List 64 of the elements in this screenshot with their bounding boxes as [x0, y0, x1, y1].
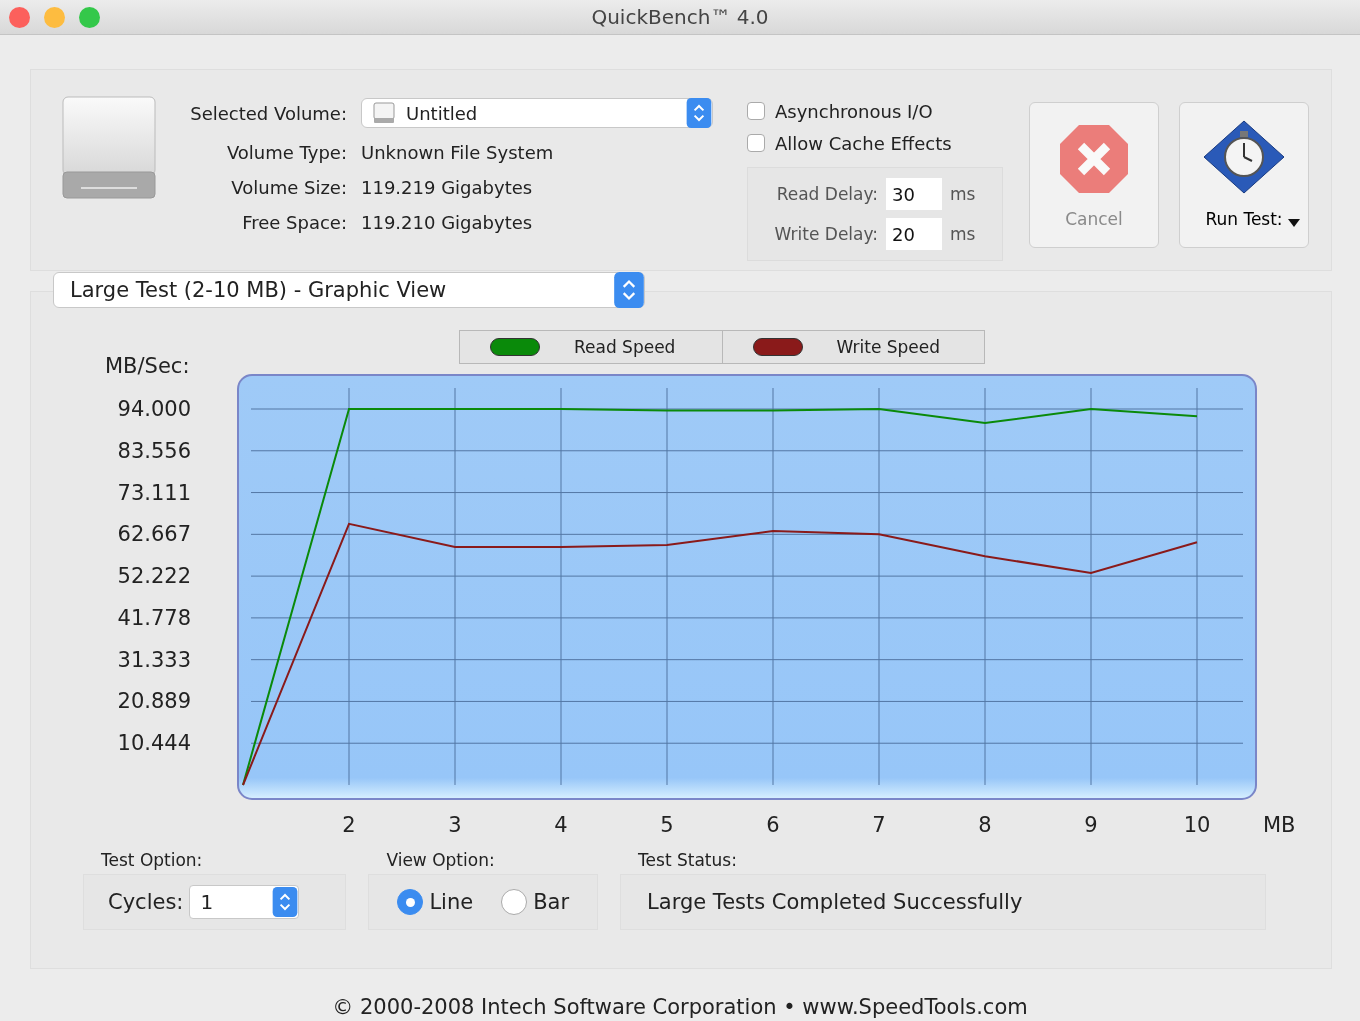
- group-label: View Option:: [385, 850, 496, 870]
- radio-option[interactable]: Line: [397, 889, 474, 915]
- x-tick-label: 6: [766, 813, 780, 837]
- legend-label: Read Speed: [574, 337, 676, 357]
- group-label: Test Status:: [637, 850, 738, 870]
- delay-field[interactable]: 20: [886, 218, 943, 250]
- x-tick-label: 3: [448, 813, 462, 837]
- y-tick-label: 94.000: [117, 397, 191, 421]
- caret-icon: [1288, 219, 1300, 227]
- legend-swatch: [490, 338, 540, 356]
- field-label: Selected Volume:: [189, 102, 347, 124]
- group-label: Test Option:: [100, 850, 204, 870]
- x-tick-label: 7: [872, 813, 886, 837]
- x-tick-label: 8: [978, 813, 992, 837]
- close-icon[interactable]: [9, 6, 30, 28]
- x-tick-label: 10: [1183, 813, 1211, 837]
- stepper-icon[interactable]: [614, 272, 644, 308]
- y-tick-label: 31.333: [117, 647, 191, 672]
- checkbox-label: Allow Cache Effects: [775, 132, 952, 154]
- stop-sign-icon: [1058, 123, 1130, 195]
- x-tick-label: 4: [554, 813, 568, 837]
- field-value: Unknown File System: [361, 142, 555, 163]
- unit-label: ms: [950, 184, 977, 204]
- y-tick-label: 62.667: [117, 522, 191, 547]
- y-tick-label: 41.778: [117, 605, 191, 630]
- volume-dropdown[interactable]: Untitled: [361, 98, 713, 128]
- field-value: 119.210 Gigabytes: [361, 212, 534, 233]
- y-tick-label: 20.889: [117, 689, 191, 714]
- delay-label: Write Delay:: [773, 224, 879, 244]
- legend-swatch: [752, 338, 803, 356]
- y-tick-label: 83.556: [117, 438, 191, 463]
- cycles-label: Cycles:: [108, 890, 184, 914]
- hard-drive-icon: [61, 96, 157, 202]
- x-axis-title: MB: [1263, 813, 1296, 837]
- cycles-field[interactable]: 1: [189, 885, 300, 919]
- view-dropdown[interactable]: Large Test (2-10 MB) - Graphic View: [53, 272, 645, 308]
- stepper-icon[interactable]: [272, 887, 299, 917]
- run-test-button[interactable]: Run Test:: [1179, 102, 1309, 248]
- minimize-icon[interactable]: [44, 6, 65, 28]
- test-status-text: Large Tests Completed Successfully: [620, 874, 1267, 930]
- field-label: Volume Type:: [225, 142, 347, 163]
- zoom-icon[interactable]: [79, 6, 100, 28]
- field-value: 119.219 Gigabytes: [361, 177, 534, 198]
- y-tick-label: 52.222: [117, 564, 191, 589]
- y-axis-title: MB/Sec:: [105, 354, 190, 378]
- x-tick-label: 2: [342, 813, 356, 837]
- y-tick-label: 73.111: [117, 480, 191, 505]
- radio-option[interactable]: Bar: [501, 889, 570, 915]
- x-tick-label: 9: [1084, 813, 1098, 837]
- checkbox[interactable]: [747, 134, 765, 152]
- delay-field[interactable]: 30: [886, 178, 943, 210]
- checkbox[interactable]: [747, 102, 765, 120]
- y-tick-label: 10.444: [117, 731, 191, 756]
- copyright-text: © 2000-2008 Intech Software Corporation • www.SpeedTools.com: [331, 995, 1029, 1019]
- field-label: Free Space:: [241, 212, 347, 233]
- delay-label: Read Delay:: [775, 184, 879, 204]
- x-tick-label: 5: [660, 813, 674, 837]
- checkbox-label: Asynchronous I/O: [775, 100, 933, 122]
- drive-icon: [372, 101, 396, 125]
- unit-label: ms: [950, 224, 977, 244]
- field-label: Volume Size:: [230, 177, 347, 198]
- window-title: QuickBench™ 4.0: [590, 5, 770, 29]
- stepper-icon[interactable]: [686, 98, 712, 128]
- legend-label: Write Speed: [836, 337, 941, 357]
